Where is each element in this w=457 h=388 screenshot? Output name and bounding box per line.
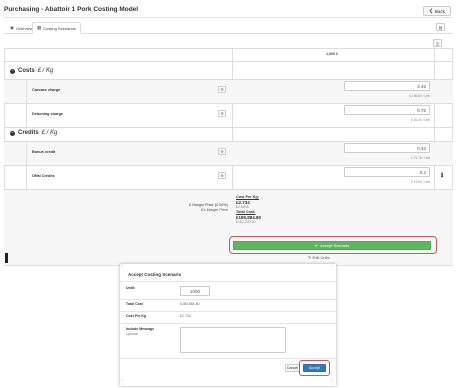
carcass-per-unit: £ 166.60 / Unit [409, 94, 430, 98]
column-header: 1,000 £ [326, 52, 338, 56]
corner-mark-icon: ‹ [121, 263, 123, 269]
section-credits-label: Credits [18, 130, 39, 136]
accept-scenario-button[interactable]: ✔ Accept Scenario [233, 241, 431, 250]
deboning-per-unit: £ 51.00 / Unit [411, 118, 430, 122]
row-label-offal: Offal Credits [32, 174, 55, 178]
cancel-button[interactable]: Cancel [285, 364, 300, 372]
carcass-charge-input[interactable]: 2.45 [344, 81, 430, 91]
corner-mark-icon: › [331, 263, 333, 269]
include-message-text: Include Message [126, 327, 155, 331]
deboning-charge-input[interactable]: 0.75 [344, 105, 430, 115]
back-button[interactable]: ❮ Back [423, 6, 451, 16]
total-cost-ex: £182,240.00 [236, 220, 256, 224]
arrow-left-icon: ❮ [429, 8, 433, 13]
chart-icon[interactable]: ▤ [436, 23, 445, 31]
globe-icon: ◉ [10, 25, 14, 30]
accept-button[interactable]: Accept [303, 364, 326, 372]
section-costs[interactable]: − Costs £ / Kg [10, 68, 53, 74]
cost-summary: Cost Per Kg: £2.734 £2.6806 Total Cost: … [236, 195, 356, 225]
row-divider [4, 141, 453, 142]
section-credits[interactable]: − Credits £ / Kg [10, 130, 57, 136]
divider [4, 17, 453, 18]
bonus-per-unit: £ 21.76 / Unit [411, 156, 430, 160]
back-label: Back [434, 8, 445, 14]
minus-circle-icon[interactable]: − [10, 130, 15, 136]
row-divider [4, 165, 453, 166]
divider [120, 358, 336, 359]
corner-mark-icon: ‹ [121, 378, 123, 384]
section-costs-label: Costs [18, 68, 35, 74]
edit-units-link[interactable]: ✎ Edit Units [308, 255, 330, 260]
margin-labels: £ Margin Price (2.00%) Ex-Margin Price [130, 203, 228, 213]
bonus-credit-input[interactable]: 0.32 [344, 143, 430, 153]
include-message-label: Include Message Optional [126, 327, 154, 336]
divider [4, 61, 453, 62]
tab-bar: ◉ Overview ▦ Costing Scenarios [4, 20, 453, 34]
document-icon[interactable]: ◫ [433, 39, 442, 47]
edit-units-label: Edit Units [312, 255, 330, 260]
message-textarea[interactable] [180, 327, 286, 353]
divider [120, 299, 336, 300]
row-label-deboning: Deboning charge [32, 112, 64, 116]
row-label-carcass: Carcass charge [32, 88, 61, 92]
row-divider [4, 127, 453, 128]
units-input[interactable]: 1000 [180, 286, 210, 296]
section-costs-unit: £ / Kg [37, 68, 54, 74]
row-divider [4, 79, 453, 80]
info-icon[interactable]: ℹ [441, 172, 443, 179]
section-credits-unit: £ / Kg [41, 130, 58, 136]
include-message-optional: Optional [126, 331, 138, 336]
gear-icon[interactable]: ⚙ [218, 110, 226, 117]
scroll-marker [5, 253, 8, 263]
cost-per-kg-label: Cost Per Kg [126, 314, 147, 318]
corner-mark-icon: › [331, 378, 333, 384]
divider [120, 311, 336, 312]
divider [120, 281, 336, 282]
row-label-bonus: Bonus credit [32, 150, 56, 154]
check-circle-icon: ✔ [314, 243, 319, 248]
total-cost-value: £185,884.80 [180, 302, 200, 306]
ex-margin-label: Ex-Margin Price [200, 208, 228, 212]
tab-costing-scenarios[interactable]: ▦ Costing Scenarios [32, 22, 81, 34]
row-divider [4, 103, 453, 104]
offal-per-unit: £ 13.60 / Unit [411, 180, 430, 184]
cost-per-kg-value: £2.734 [180, 314, 191, 318]
gear-icon[interactable]: ⚙ [218, 86, 226, 93]
units-label: Units [126, 286, 135, 290]
tab-overview-label: Overview [15, 25, 33, 31]
accept-scenario-label: Accept Scenario [320, 243, 350, 248]
minus-circle-icon[interactable]: − [10, 68, 15, 74]
divider [120, 323, 336, 324]
table-icon: ▦ [37, 25, 42, 30]
page-title: Purchasing - Abattoir 1 Pork Costing Mod… [4, 6, 139, 13]
edit-icon: ✎ [308, 255, 312, 260]
offal-credits-input[interactable]: 0.2 [344, 167, 430, 177]
tab-costing-scenarios-label: Costing Scenarios [43, 25, 76, 31]
gear-icon[interactable]: ⚙ [218, 172, 226, 179]
total-cost-label: Total Cost [126, 302, 143, 306]
modal-title: Accept Costing Scenario [128, 272, 182, 277]
gear-icon[interactable]: ⚙ [218, 148, 226, 155]
